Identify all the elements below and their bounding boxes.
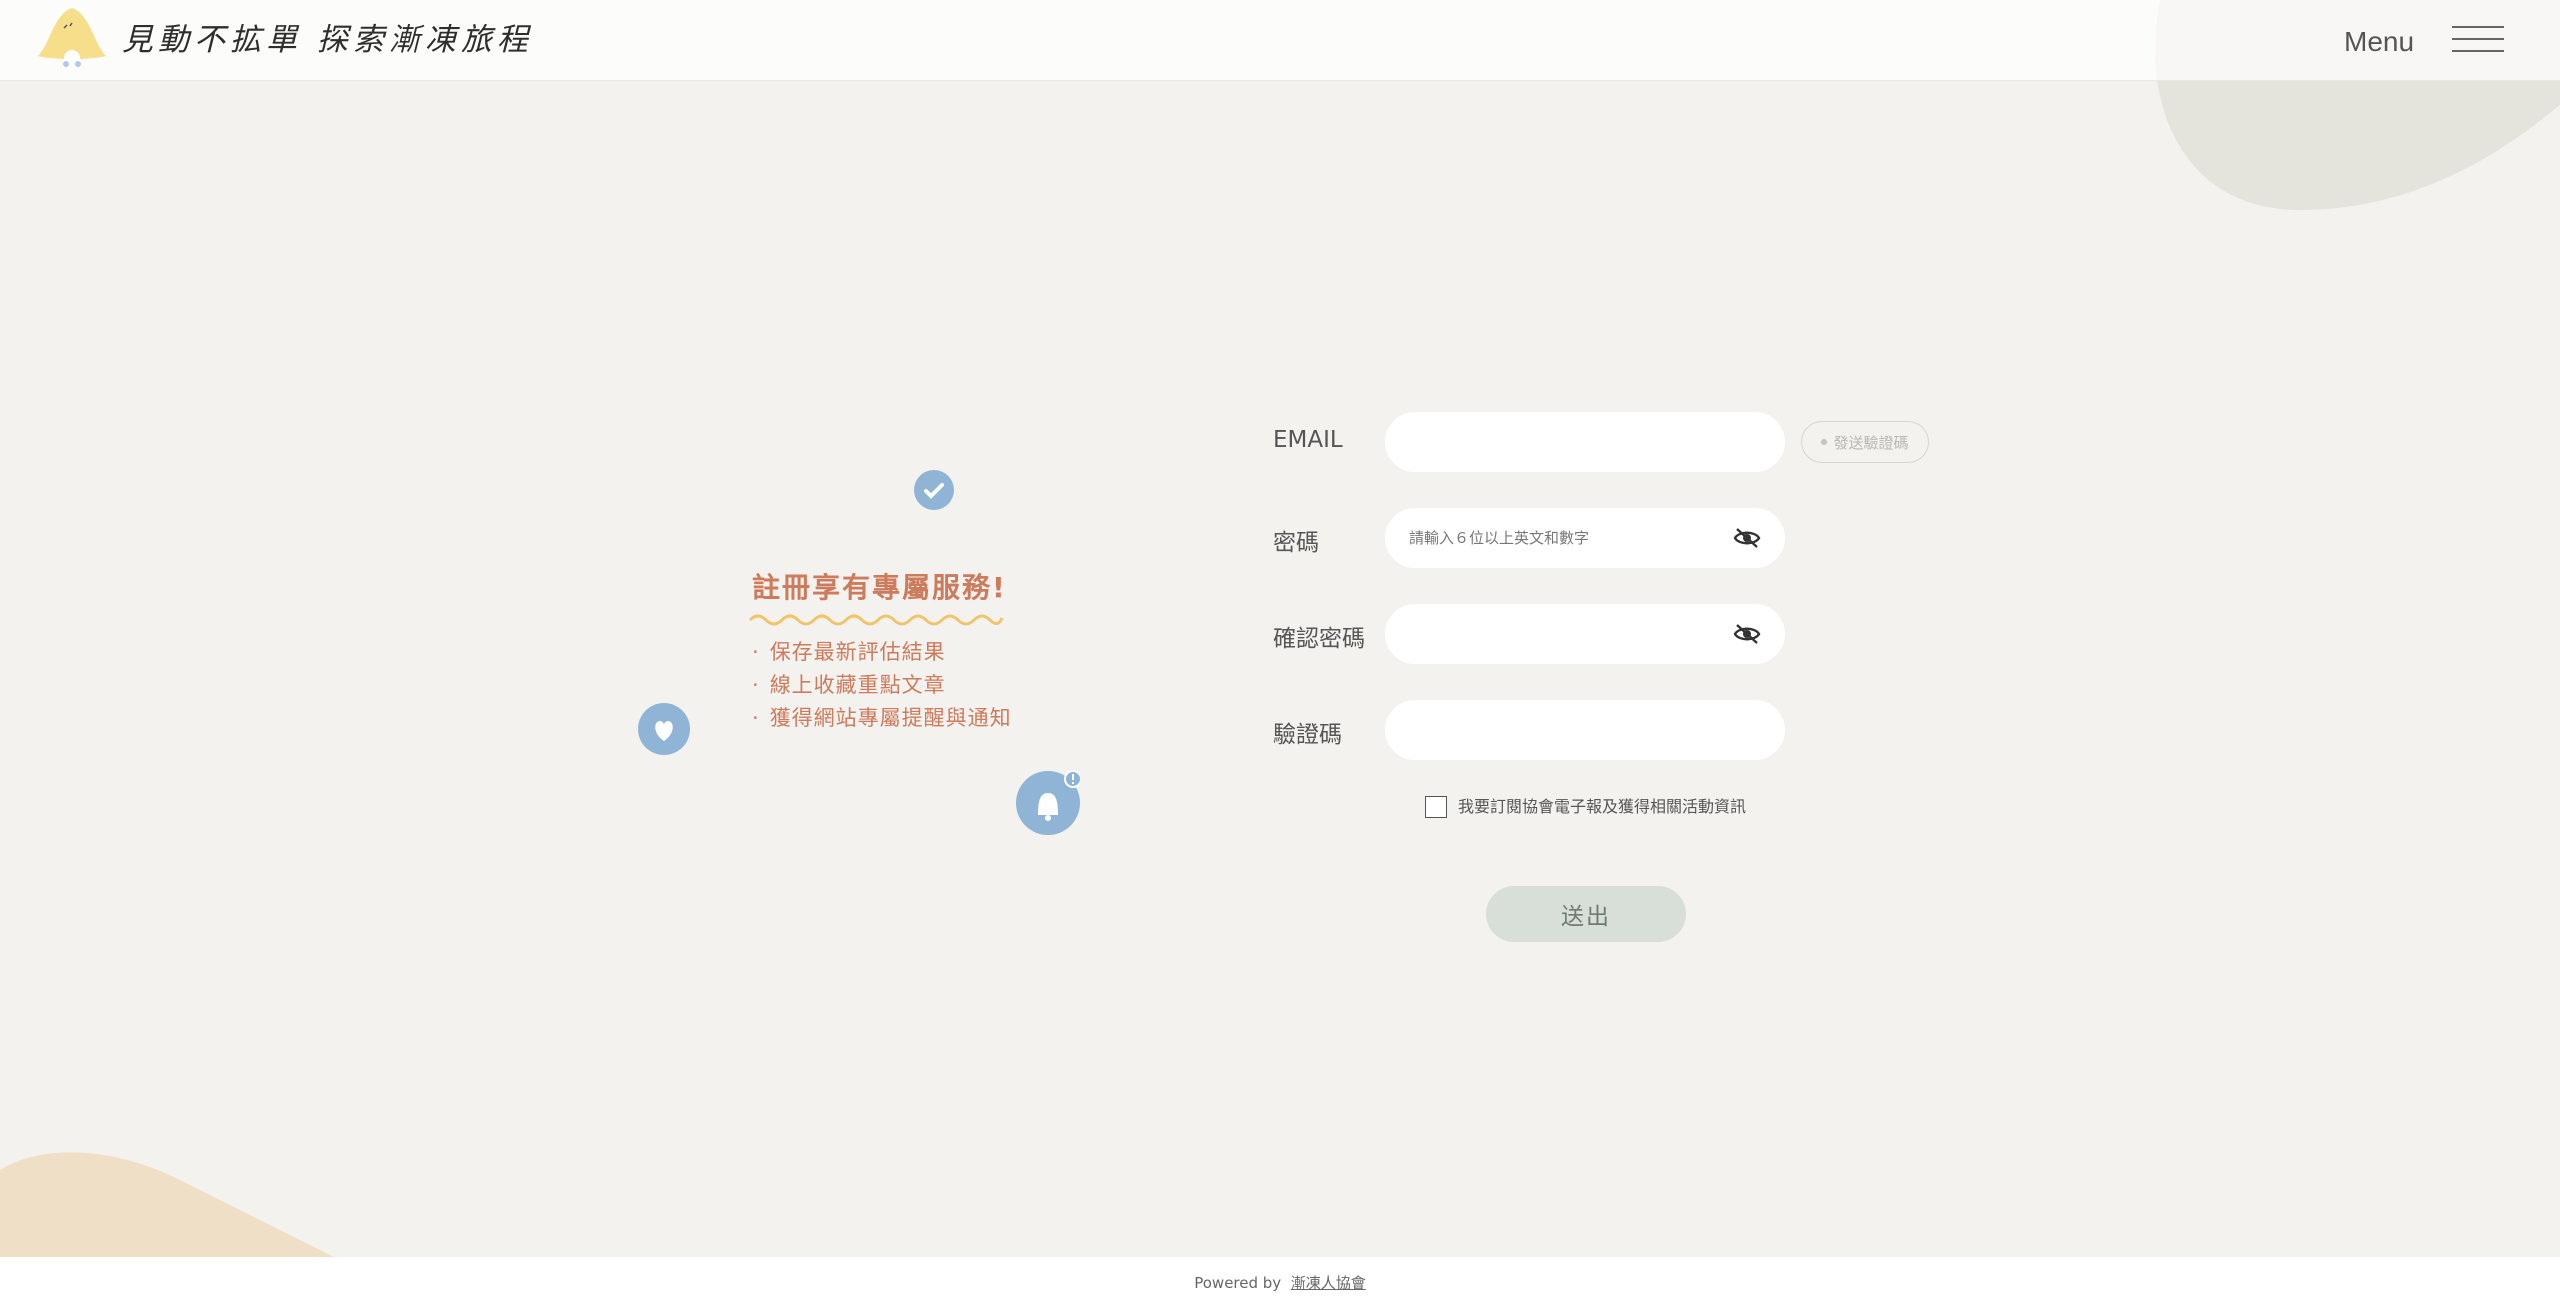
- password-label: 密碼: [1273, 530, 1319, 556]
- password-field[interactable]: [1385, 508, 1785, 568]
- site-footer: Powered by 漸凍人協會: [0, 1257, 2560, 1310]
- dot-icon: [1821, 439, 1828, 445]
- menu-label: Menu: [2344, 26, 2415, 57]
- benefit-item: 保存最新評估結果: [752, 636, 1012, 669]
- promo-title: 註冊享有專屬服務!: [752, 571, 1007, 604]
- logo-icon[interactable]: [34, 4, 110, 74]
- benefit-item: 線上收藏重點文章: [752, 669, 1012, 702]
- send-code-button[interactable]: 發送驗證碼: [1801, 421, 1929, 463]
- background-blob-bottom: [0, 1152, 340, 1260]
- hamburger-icon: [2452, 26, 2504, 52]
- eye-off-icon[interactable]: [1733, 527, 1761, 549]
- org-link[interactable]: 漸凍人協會: [1291, 1274, 1366, 1292]
- confirm-password-label: 確認密碼: [1273, 626, 1365, 652]
- subscribe-checkbox[interactable]: [1425, 796, 1447, 818]
- wavy-underline: [748, 614, 1004, 626]
- benefit-item: 獲得網站專屬提醒與通知: [752, 702, 1012, 735]
- email-field[interactable]: [1385, 412, 1785, 472]
- email-label: EMAIL: [1273, 427, 1343, 453]
- heart-icon: [638, 703, 690, 755]
- verify-code-field[interactable]: [1385, 700, 1785, 760]
- check-icon: [914, 470, 954, 510]
- site-header: 見動不拡單 探索漸凍旅程 Menu: [0, 0, 2560, 81]
- powered-by-text: Powered by: [1194, 1274, 1282, 1292]
- confirm-password-field[interactable]: [1385, 604, 1785, 664]
- benefits-list: 保存最新評估結果 線上收藏重點文章 獲得網站專屬提醒與通知: [752, 636, 1012, 735]
- submit-button[interactable]: 送出: [1486, 886, 1686, 942]
- site-title[interactable]: 見動不拡單 探索漸凍旅程: [122, 14, 533, 66]
- send-code-label: 發送驗證碼: [1833, 434, 1909, 452]
- verify-code-label: 驗證碼: [1273, 722, 1342, 748]
- bell-icon: [1016, 770, 1082, 835]
- subscribe-label[interactable]: 我要訂閱協會電子報及獲得相關活動資訊: [1458, 796, 1746, 818]
- eye-off-icon[interactable]: [1733, 623, 1761, 645]
- menu-button[interactable]: Menu: [2344, 18, 2504, 62]
